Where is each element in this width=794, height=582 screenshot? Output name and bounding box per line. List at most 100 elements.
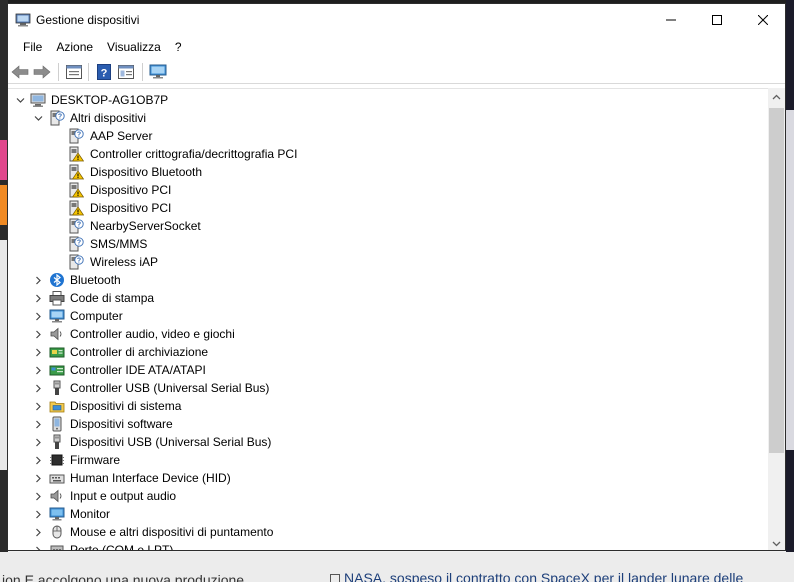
device-label: Wireless iAP	[90, 255, 159, 269]
expand-chevron-icon[interactable]	[32, 271, 44, 289]
maximize-icon	[712, 14, 722, 25]
device-label: NearbyServerSocket	[90, 219, 201, 233]
maximize-button[interactable]	[694, 4, 740, 35]
tree-category[interactable]: Dispositivi software	[8, 415, 768, 433]
back-button[interactable]	[10, 62, 30, 82]
expand-chevron-icon[interactable]	[32, 415, 44, 433]
warning-device-icon	[69, 146, 84, 162]
scan-hardware-button[interactable]	[148, 62, 168, 82]
tree-device-item[interactable]: ? SMS/MMS	[8, 235, 768, 253]
tree-device-item[interactable]: Dispositivo PCI	[8, 181, 768, 199]
expand-chevron-icon[interactable]	[32, 505, 44, 523]
menu-bar: File Azione Visualizza ?	[8, 35, 785, 59]
help-button[interactable]: ?	[94, 62, 114, 82]
tree-category-altri-dispositivi[interactable]: ? Altri dispositivi	[8, 109, 768, 127]
unknown-device-icon: ?	[69, 128, 84, 144]
scrollbar-thumb[interactable]	[769, 108, 784, 453]
properties-window-icon	[66, 65, 82, 79]
background-webpage: ion E accolgono una nuova produzione NAS…	[0, 552, 794, 582]
help-icon: ?	[97, 64, 111, 80]
title-bar[interactable]: Gestione dispositivi	[8, 4, 785, 35]
minimize-icon	[666, 19, 676, 20]
category-label: Altri dispositivi	[70, 111, 147, 125]
tree-category[interactable]: Bluetooth	[8, 271, 768, 289]
ide-controller-icon	[49, 365, 65, 376]
toolbar-separator	[142, 63, 143, 81]
tree-category[interactable]: Code di stampa	[8, 289, 768, 307]
tree-device-item[interactable]: Controller crittografia/decrittografia P…	[8, 145, 768, 163]
expand-chevron-icon[interactable]	[32, 433, 44, 451]
expand-chevron-icon[interactable]	[32, 541, 44, 550]
scroll-up-button[interactable]	[768, 88, 785, 105]
collapse-chevron-icon[interactable]	[32, 109, 44, 127]
unknown-device-icon: ?	[69, 254, 84, 270]
expand-chevron-icon[interactable]	[32, 343, 44, 361]
tree-category[interactable]: Controller di archiviazione	[8, 343, 768, 361]
tree-device-item[interactable]: ? NearbyServerSocket	[8, 217, 768, 235]
menu-visualizza[interactable]: Visualizza	[100, 37, 168, 57]
tree-category[interactable]: Porte (COM e LPT)	[8, 541, 768, 550]
device-label: Dispositivo Bluetooth	[90, 165, 203, 179]
category-label: Controller audio, video e giochi	[70, 327, 235, 341]
close-button[interactable]	[740, 4, 785, 35]
menu-help[interactable]: ?	[168, 37, 189, 57]
minimize-button[interactable]	[648, 4, 694, 35]
tree-category[interactable]: Controller audio, video e giochi	[8, 325, 768, 343]
tree-category[interactable]: Controller USB (Universal Serial Bus)	[8, 379, 768, 397]
warning-device-icon	[69, 200, 84, 216]
system-folder-icon	[49, 401, 65, 413]
details-view-button[interactable]	[116, 62, 136, 82]
expand-chevron-icon[interactable]	[32, 451, 44, 469]
category-label: Dispositivi di sistema	[70, 399, 182, 413]
category-label: Monitor	[70, 507, 111, 521]
properties-button[interactable]	[64, 62, 84, 82]
scroll-down-button[interactable]	[768, 535, 785, 550]
menu-file[interactable]: File	[16, 37, 49, 57]
monitor-icon	[49, 507, 65, 521]
tree-root[interactable]: DESKTOP-AG1OB7P	[8, 91, 768, 109]
tree-category[interactable]: Dispositivi USB (Universal Serial Bus)	[8, 433, 768, 451]
expand-chevron-icon[interactable]	[32, 289, 44, 307]
tree-device-item[interactable]: ? Wireless iAP	[8, 253, 768, 271]
tree-category[interactable]: Dispositivi di sistema	[8, 397, 768, 415]
category-label: Controller di archiviazione	[70, 345, 209, 359]
tree-category[interactable]: Controller IDE ATA/ATAPI	[8, 361, 768, 379]
scroll-down-arrow-icon	[772, 541, 781, 546]
background-headline-text: NASA, sospeso il contratto con SpaceX pe…	[344, 570, 744, 582]
background-headline[interactable]: NASA, sospeso il contratto con SpaceX pe…	[330, 570, 743, 582]
expand-chevron-icon[interactable]	[32, 397, 44, 415]
tree-category[interactable]: Monitor	[8, 505, 768, 523]
speaker-icon	[50, 489, 62, 503]
expand-chevron-icon[interactable]	[32, 379, 44, 397]
background-window-right	[786, 0, 794, 582]
tree-category[interactable]: Firmware	[8, 451, 768, 469]
mouse-icon	[52, 525, 62, 539]
device-tree[interactable]: DESKTOP-AG1OB7P ? Altri dispositivi ? AAP…	[8, 88, 768, 550]
background-panel	[786, 110, 794, 450]
device-manager-window: Gestione dispositivi File Azione Visuali…	[7, 3, 786, 551]
expand-chevron-icon[interactable]	[32, 523, 44, 541]
tree-device-item[interactable]: Dispositivo Bluetooth	[8, 163, 768, 181]
expand-chevron-icon[interactable]	[32, 307, 44, 325]
expand-chevron-icon[interactable]	[32, 325, 44, 343]
expand-chevron-icon[interactable]	[32, 361, 44, 379]
tree-device-item[interactable]: Dispositivo PCI	[8, 199, 768, 217]
menu-azione[interactable]: Azione	[49, 37, 100, 57]
software-device-icon	[52, 416, 62, 432]
category-label: Controller USB (Universal Serial Bus)	[70, 381, 270, 395]
tree-category[interactable]: Mouse e altri dispositivi di puntamento	[8, 523, 768, 541]
tree-category[interactable]: Human Interface Device (HID)	[8, 469, 768, 487]
tree-category[interactable]: Computer	[8, 307, 768, 325]
expand-chevron-icon[interactable]	[32, 469, 44, 487]
collapse-chevron-icon[interactable]	[14, 91, 26, 109]
category-label: Controller IDE ATA/ATAPI	[70, 363, 206, 377]
svg-text:?: ?	[77, 222, 81, 229]
expand-chevron-icon[interactable]	[32, 487, 44, 505]
device-label: Dispositivo PCI	[90, 201, 172, 215]
tree-category[interactable]: Input e output audio	[8, 487, 768, 505]
vertical-scrollbar[interactable]	[768, 88, 785, 550]
svg-text:?: ?	[58, 114, 62, 121]
forward-button[interactable]	[32, 62, 52, 82]
device-manager-app-icon	[15, 13, 31, 27]
tree-device-item[interactable]: ? AAP Server	[8, 127, 768, 145]
